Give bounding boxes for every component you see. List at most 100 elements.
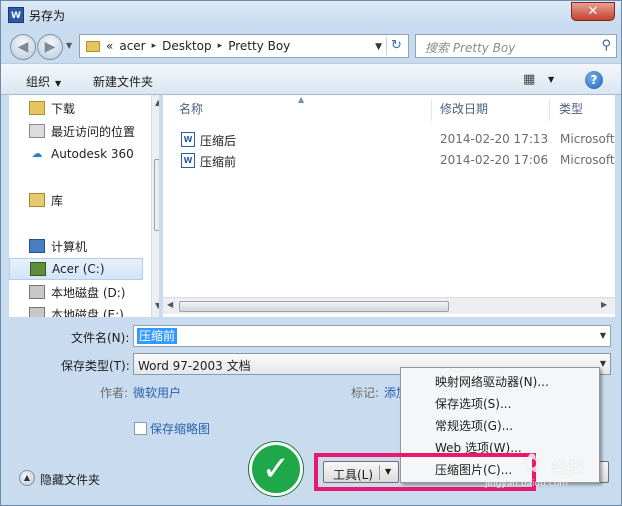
scroll-down-icon[interactable]: ▼ xyxy=(155,301,159,310)
file-list: ▲ 名称 修改日期 类型 W 压缩后 2014-02-20 17:13 Micr… xyxy=(163,95,615,317)
scrollbar-thumb[interactable] xyxy=(179,301,449,312)
scrollbar-thumb[interactable] xyxy=(154,159,159,231)
breadcrumb-acer[interactable]: acer xyxy=(119,39,145,53)
sidebar-item-computer[interactable]: 计算机 xyxy=(9,235,143,257)
tags-label: 标记: xyxy=(351,386,380,400)
column-header-name[interactable]: 名称 xyxy=(179,95,203,123)
sidebar-item-libraries[interactable]: 库 xyxy=(9,189,143,211)
column-header-type[interactable]: 类型 xyxy=(559,95,583,123)
breadcrumb-prefix[interactable]: « xyxy=(106,39,113,53)
column-divider[interactable] xyxy=(431,99,432,121)
menu-item-save-options[interactable]: 保存选项(S)... xyxy=(402,393,598,415)
file-type: Microsoft xyxy=(560,132,615,146)
chevron-down-icon[interactable]: ▼ xyxy=(600,331,606,340)
hide-folders-toggle-icon[interactable]: ▲ xyxy=(19,470,35,486)
title-bar: W 另存为 ✕ xyxy=(1,1,621,29)
file-date: 2014-02-20 17:13 xyxy=(440,132,549,146)
sidebar-item-downloads[interactable]: 下载 xyxy=(9,97,143,119)
search-box[interactable]: 搜索 Pretty Boy ⚲ xyxy=(415,34,617,58)
sidebar-item-drive-e[interactable]: 本地磁盘 (E:) xyxy=(9,303,143,317)
sidebar-item-drive-d[interactable]: 本地磁盘 (D:) xyxy=(9,281,143,303)
file-name: 压缩前 xyxy=(200,155,237,169)
menu-item-web-options[interactable]: Web 选项(W)... xyxy=(402,437,598,459)
filename-input[interactable]: 压缩前 ▼ xyxy=(133,325,611,347)
sidebar-item-label: 最近访问的位置 xyxy=(51,124,136,139)
file-row[interactable]: W 压缩前 2014-02-20 17:06 Microsoft xyxy=(163,151,615,171)
file-date: 2014-02-20 17:06 xyxy=(440,153,549,167)
help-button[interactable]: ? xyxy=(585,71,603,89)
save-as-dialog: W 另存为 ✕ ◀ ▶ ▼ « acer ▸ Desktop ▸ Pretty … xyxy=(0,0,622,506)
view-dropdown-icon[interactable]: ▼ xyxy=(548,75,554,84)
sidebar-item-label: 计算机 xyxy=(51,239,88,254)
word-document-icon: W xyxy=(181,132,195,147)
filename-label: 文件名(N): xyxy=(71,331,130,345)
search-icon[interactable]: ⚲ xyxy=(601,38,611,53)
tools-menu: 映射网络驱动器(N)... 保存选项(S)... 常规选项(G)... Web … xyxy=(400,367,600,483)
sidebar-item-label: 库 xyxy=(51,193,64,208)
file-type: Microsoft xyxy=(560,153,615,167)
author-value[interactable]: 微软用户 xyxy=(133,384,181,401)
tools-button[interactable]: 工具(L) ▼ xyxy=(323,461,399,483)
filetype-label: 保存类型(T): xyxy=(61,359,130,373)
chevron-down-icon[interactable]: ▼ xyxy=(600,359,606,368)
disk-icon xyxy=(29,285,45,299)
hide-folders-label[interactable]: 隐藏文件夹 xyxy=(40,471,100,488)
organize-button[interactable]: 组织 ▼ xyxy=(26,73,61,90)
column-header-date[interactable]: 修改日期 xyxy=(440,95,488,123)
sort-ascending-icon: ▲ xyxy=(298,95,305,104)
close-button[interactable]: ✕ xyxy=(571,2,615,21)
navigation-bar: ◀ ▶ ▼ « acer ▸ Desktop ▸ Pretty Boy ▼ ↻ … xyxy=(1,29,621,63)
sidebar-item-label: 本地磁盘 (E:) xyxy=(51,307,124,318)
word-document-icon: W xyxy=(181,153,195,168)
window-title: 另存为 xyxy=(29,9,66,23)
filetype-value: Word 97-2003 文档 xyxy=(138,359,251,373)
organize-label: 组织 xyxy=(26,75,51,89)
scroll-up-icon[interactable]: ▲ xyxy=(155,98,159,107)
breadcrumb-desktop[interactable]: Desktop xyxy=(162,39,212,53)
new-folder-button[interactable]: 新建文件夹 xyxy=(93,73,153,90)
scroll-left-icon[interactable]: ◀ xyxy=(167,300,173,309)
filename-value[interactable]: 压缩前 xyxy=(137,328,178,344)
command-toolbar: 组织 ▼ 新建文件夹 ▦ ▼ ? xyxy=(1,63,621,95)
sidebar-item-drive-c[interactable]: Acer (C:) xyxy=(9,258,143,280)
folder-icon xyxy=(86,40,100,52)
computer-icon xyxy=(29,239,45,253)
column-divider[interactable] xyxy=(549,99,550,121)
breadcrumb-separator-icon[interactable]: ▸ xyxy=(152,41,157,51)
file-name: 压缩后 xyxy=(200,134,237,148)
download-folder-icon xyxy=(29,101,45,115)
file-row[interactable]: W 压缩后 2014-02-20 17:13 Microsoft xyxy=(163,130,615,150)
sidebar-item-label: 本地磁盘 (D:) xyxy=(51,285,126,300)
autodesk-icon: ☁ xyxy=(31,147,43,160)
library-icon xyxy=(29,193,45,207)
sidebar-item-autodesk[interactable]: ☁ Autodesk 360 xyxy=(9,143,143,165)
history-dropdown-icon[interactable]: ▼ xyxy=(66,41,72,50)
menu-item-general-options[interactable]: 常规选项(G)... xyxy=(402,415,598,437)
save-thumbnail-label[interactable]: 保存缩略图 xyxy=(150,420,210,437)
address-dropdown-icon[interactable]: ▼ xyxy=(375,42,382,52)
search-placeholder[interactable]: 搜索 Pretty Boy xyxy=(425,39,515,56)
back-button[interactable]: ◀ xyxy=(10,34,36,60)
view-options-icon[interactable]: ▦ xyxy=(523,72,535,87)
navigation-pane: 下载 最近访问的位置 ☁ Autodesk 360 库 计算机 Acer (C:… xyxy=(9,95,159,317)
navigation-scrollbar[interactable]: ▲ ▼ xyxy=(151,95,159,317)
author-label: 作者: xyxy=(100,386,129,400)
forward-button[interactable]: ▶ xyxy=(37,34,63,60)
breadcrumb-separator-icon[interactable]: ▸ xyxy=(218,41,223,51)
recent-places-icon xyxy=(29,124,45,138)
refresh-button[interactable]: ↻ xyxy=(386,37,406,55)
horizontal-scrollbar[interactable]: ◀ ▶ xyxy=(163,297,615,314)
scroll-right-icon[interactable]: ▶ xyxy=(601,300,607,309)
save-thumbnail-checkbox[interactable] xyxy=(134,422,147,435)
menu-item-map-drive[interactable]: 映射网络驱动器(N)... xyxy=(402,371,598,393)
chevron-down-icon[interactable]: ▼ xyxy=(385,467,391,476)
sidebar-item-label: Acer (C:) xyxy=(52,262,105,276)
breadcrumb-pretty-boy[interactable]: Pretty Boy xyxy=(228,39,290,53)
sidebar-item-label: 下载 xyxy=(51,101,76,116)
menu-item-compress-pictures[interactable]: 压缩图片(C)... xyxy=(402,459,598,481)
sidebar-item-recent-places[interactable]: 最近访问的位置 xyxy=(9,120,143,142)
checkmark-badge-icon: ✓ xyxy=(249,442,303,496)
drive-icon xyxy=(30,262,46,276)
word-app-icon: W xyxy=(8,7,24,23)
address-bar[interactable]: « acer ▸ Desktop ▸ Pretty Boy ▼ ↻ xyxy=(79,34,409,58)
